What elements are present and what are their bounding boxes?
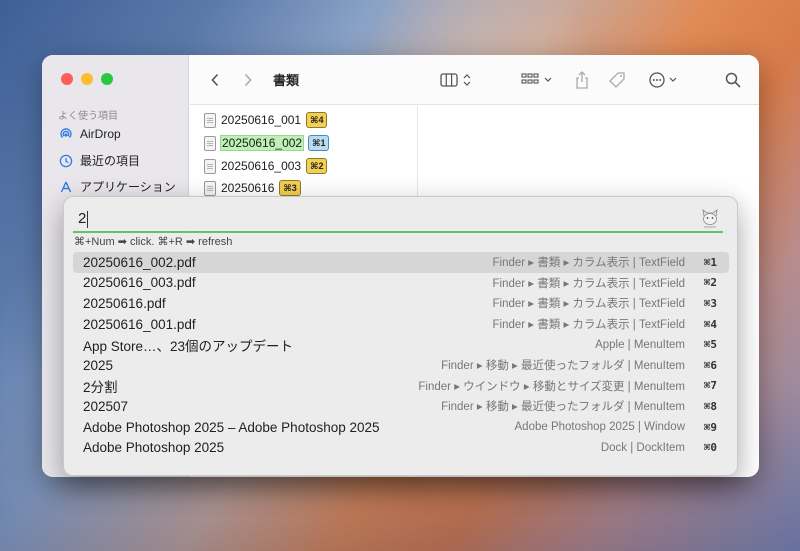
back-button[interactable] bbox=[208, 69, 222, 91]
result-title: 2分割 bbox=[83, 379, 118, 395]
file-name: 20250616_003 bbox=[221, 159, 302, 173]
sidebar-item-label: アプリケーション bbox=[80, 180, 176, 194]
sidebar-item-recents[interactable]: 最近の項目 bbox=[58, 152, 140, 169]
result-title: 202507 bbox=[83, 398, 129, 414]
forward-button[interactable] bbox=[241, 69, 255, 91]
search-query: 2 bbox=[78, 210, 89, 228]
result-meta: Dock | DockItem bbox=[600, 441, 685, 454]
result-meta: Finder ▸ 書類 ▸ カラム表示 | TextField bbox=[492, 277, 685, 290]
window-controls bbox=[61, 73, 113, 85]
result-meta: Apple | MenuItem bbox=[595, 338, 685, 351]
command-palette: 2 ⌘+Num ➡ click. ⌘+R ➡ refresh 20250616_… bbox=[63, 196, 738, 476]
result-title: Adobe Photoshop 2025 – Adobe Photoshop 2… bbox=[83, 419, 380, 435]
result-row[interactable]: 20250616.pdf Finder ▸ 書類 ▸ カラム表示 | TextF… bbox=[73, 293, 729, 314]
shortcut-help-text: ⌘+Num ➡ click. ⌘+R ➡ refresh bbox=[74, 236, 233, 248]
result-shortcut: ⌘3 bbox=[703, 296, 717, 310]
pdf-file-icon bbox=[204, 180, 216, 196]
tag-icon bbox=[609, 72, 625, 88]
result-meta: Adobe Photoshop 2025 | Window bbox=[514, 421, 686, 434]
result-meta: Finder ▸ 書類 ▸ カラム表示 | TextField bbox=[492, 298, 685, 311]
airdrop-icon bbox=[58, 126, 74, 142]
sidebar-section-favorites: よく使う項目 bbox=[58, 111, 118, 122]
grid-icon bbox=[521, 73, 552, 84]
search-icon bbox=[725, 72, 741, 88]
text-caret bbox=[87, 210, 89, 228]
share-button[interactable] bbox=[574, 69, 590, 91]
file-item[interactable]: 20250616_003 ⌘2 bbox=[204, 156, 328, 176]
search-input[interactable]: 2 bbox=[73, 205, 723, 233]
file-item[interactable]: 20250616_001 ⌘4 bbox=[204, 110, 328, 130]
shortcut-hint-badge: ⌘2 bbox=[306, 158, 328, 174]
tag-button[interactable] bbox=[608, 69, 628, 91]
window-title: 書類 bbox=[273, 73, 300, 88]
result-row[interactable]: App Store…、23個のアップデート Apple | MenuItem ⌘… bbox=[73, 334, 729, 355]
pdf-file-icon bbox=[204, 158, 216, 174]
result-row[interactable]: 20250616_002.pdf Finder ▸ 書類 ▸ カラム表示 | T… bbox=[73, 252, 729, 273]
result-row[interactable]: 2025 Finder ▸ 移動 ▸ 最近使ったフォルダ | MenuItem … bbox=[73, 355, 729, 376]
share-icon bbox=[576, 71, 588, 89]
result-title: 20250616_002.pdf bbox=[83, 254, 196, 270]
applications-icon bbox=[58, 179, 74, 195]
chevron-right-icon bbox=[244, 73, 252, 87]
zoom-button[interactable] bbox=[101, 73, 113, 85]
sidebar-item-label: 最近の項目 bbox=[80, 154, 141, 168]
cat-mascot-icon bbox=[699, 207, 721, 229]
result-meta: Finder ▸ 書類 ▸ カラム表示 | TextField bbox=[492, 257, 685, 270]
group-button[interactable] bbox=[520, 69, 556, 91]
pdf-file-icon bbox=[204, 112, 216, 128]
finder-toolbar: 書類 bbox=[190, 55, 759, 105]
pdf-file-icon bbox=[204, 135, 216, 151]
result-title: 20250616.pdf bbox=[83, 295, 166, 311]
file-name: 20250616 bbox=[221, 181, 275, 195]
result-row[interactable]: 20250616_001.pdf Finder ▸ 書類 ▸ カラム表示 | T… bbox=[73, 314, 729, 335]
sidebar-item-label: AirDrop bbox=[80, 127, 121, 141]
more-actions-button[interactable] bbox=[648, 69, 684, 91]
result-title: 2025 bbox=[83, 357, 114, 373]
result-title: App Store…、23個のアップデート bbox=[83, 338, 294, 354]
result-shortcut: ⌘0 bbox=[703, 441, 717, 455]
result-shortcut: ⌘7 bbox=[703, 379, 717, 393]
result-row[interactable]: 20250616_003.pdf Finder ▸ 書類 ▸ カラム表示 | T… bbox=[73, 273, 729, 294]
result-row[interactable]: Adobe Photoshop 2025 Dock | DockItem ⌘0 bbox=[73, 437, 729, 458]
result-shortcut: ⌘9 bbox=[703, 420, 717, 434]
search-button[interactable] bbox=[724, 69, 742, 91]
result-shortcut: ⌘2 bbox=[703, 276, 717, 290]
file-name: 20250616_002 bbox=[219, 135, 305, 151]
result-shortcut: ⌘8 bbox=[703, 399, 717, 413]
result-shortcut: ⌘4 bbox=[703, 317, 717, 331]
result-meta: Finder ▸ ウインドウ ▸ 移動とサイズ変更 | MenuItem bbox=[418, 380, 685, 393]
result-shortcut: ⌘6 bbox=[703, 358, 717, 372]
result-title: Adobe Photoshop 2025 bbox=[83, 440, 225, 456]
minimize-button[interactable] bbox=[81, 73, 93, 85]
result-row[interactable]: 202507 Finder ▸ 移動 ▸ 最近使ったフォルダ | MenuIte… bbox=[73, 396, 729, 417]
sidebar-item-applications[interactable]: アプリケーション bbox=[58, 178, 176, 195]
result-title: 20250616_003.pdf bbox=[83, 275, 196, 291]
close-button[interactable] bbox=[61, 73, 73, 85]
shortcut-hint-badge: ⌘4 bbox=[306, 112, 328, 128]
shortcut-hint-badge: ⌘3 bbox=[279, 180, 301, 196]
file-item[interactable]: 20250616_002 ⌘1 bbox=[204, 133, 330, 153]
columns-view-icon bbox=[440, 73, 471, 87]
result-title: 20250616_001.pdf bbox=[83, 316, 196, 332]
view-mode-button[interactable] bbox=[440, 69, 476, 91]
sidebar-item-airdrop[interactable]: AirDrop bbox=[58, 126, 121, 142]
result-shortcut: ⌘5 bbox=[703, 338, 717, 352]
ellipsis-circle-icon bbox=[649, 72, 677, 88]
shortcut-hint-badge: ⌘1 bbox=[308, 135, 330, 151]
file-item[interactable]: 20250616 ⌘3 bbox=[204, 178, 301, 198]
result-meta: Finder ▸ 移動 ▸ 最近使ったフォルダ | MenuItem bbox=[441, 401, 685, 414]
result-meta: Finder ▸ 書類 ▸ カラム表示 | TextField bbox=[492, 319, 685, 332]
clock-icon bbox=[58, 153, 74, 169]
result-row[interactable]: 2分割 Finder ▸ ウインドウ ▸ 移動とサイズ変更 | MenuItem… bbox=[73, 376, 729, 397]
file-name: 20250616_001 bbox=[221, 113, 302, 127]
result-row[interactable]: Adobe Photoshop 2025 – Adobe Photoshop 2… bbox=[73, 417, 729, 438]
chevron-left-icon bbox=[211, 73, 219, 87]
search-query-text: 2 bbox=[78, 210, 87, 227]
result-meta: Finder ▸ 移動 ▸ 最近使ったフォルダ | MenuItem bbox=[441, 360, 685, 373]
results-list: 20250616_002.pdf Finder ▸ 書類 ▸ カラム表示 | T… bbox=[73, 252, 729, 458]
result-shortcut: ⌘1 bbox=[703, 255, 717, 269]
